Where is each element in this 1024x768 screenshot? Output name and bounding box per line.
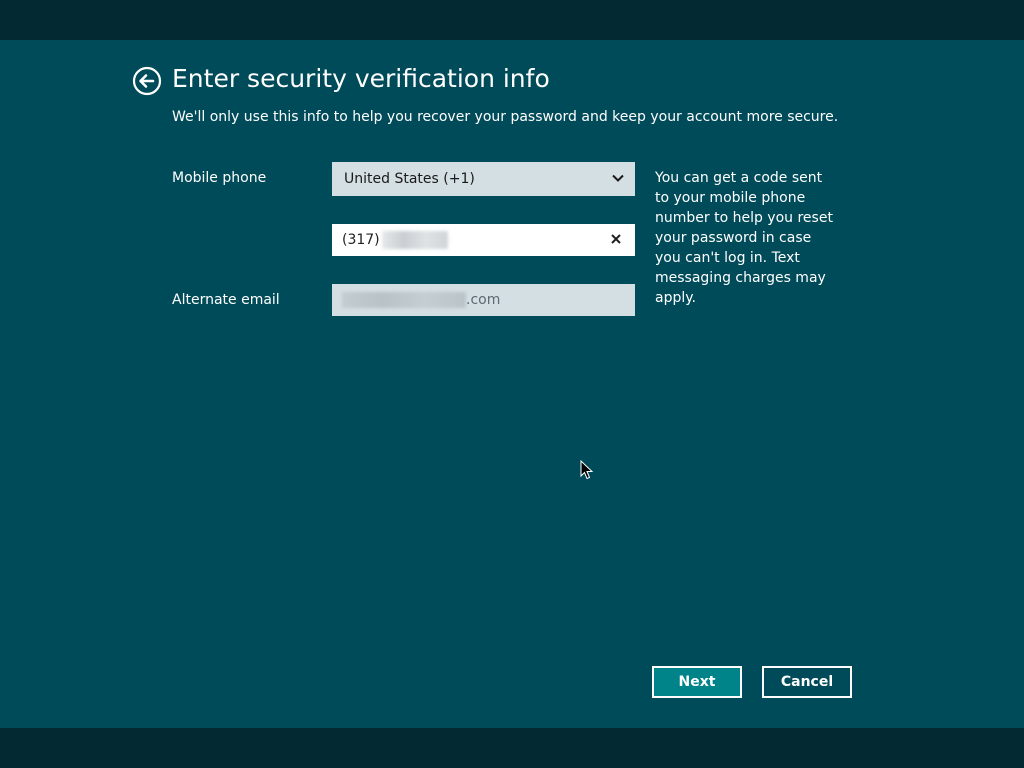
next-button[interactable]: Next xyxy=(652,666,742,698)
phone-number-value: (317) xyxy=(342,232,380,248)
help-text: You can get a code sent to your mobile p… xyxy=(655,170,833,306)
email-value: .com xyxy=(466,292,501,308)
country-select[interactable]: United States (+1) xyxy=(332,162,635,196)
chevron-down-icon xyxy=(612,174,624,182)
phone-number-input[interactable]: (317) xyxy=(332,224,635,256)
clear-icon[interactable] xyxy=(609,232,623,246)
cancel-button[interactable]: Cancel xyxy=(762,666,852,698)
mouse-cursor-icon xyxy=(580,460,594,480)
mobile-phone-label: Mobile phone xyxy=(172,170,267,186)
back-arrow-circle-icon xyxy=(132,66,162,96)
email-redacted xyxy=(342,292,466,308)
alternate-email-input[interactable]: .com xyxy=(332,284,635,316)
country-select-value: United States (+1) xyxy=(344,171,475,187)
bottom-band xyxy=(0,728,1024,768)
top-band xyxy=(0,0,1024,40)
phone-number-redacted xyxy=(382,231,448,249)
alternate-email-label: Alternate email xyxy=(172,292,280,308)
page-title: Enter security verification info xyxy=(172,64,550,93)
back-button[interactable] xyxy=(132,66,162,96)
page-subtitle: We'll only use this info to help you rec… xyxy=(172,109,839,125)
